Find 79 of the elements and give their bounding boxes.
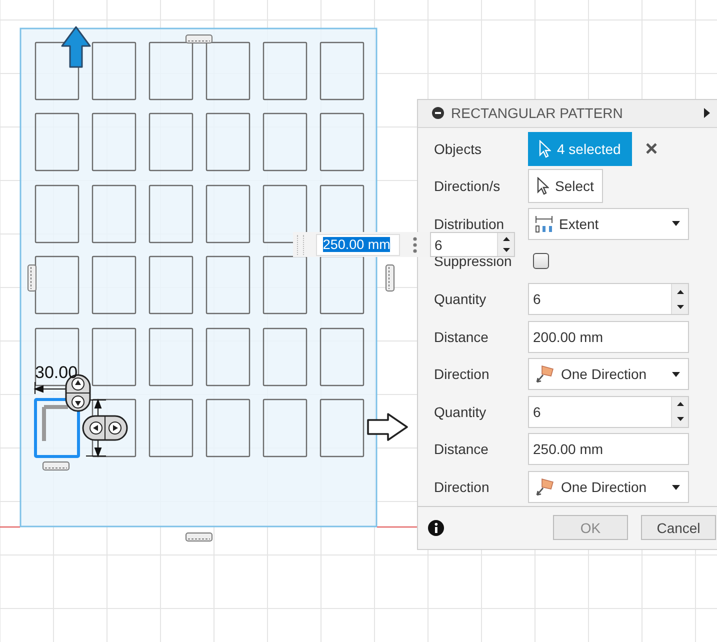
quantity-spinner[interactable]: 6 xyxy=(430,232,516,257)
field-label: Distribution xyxy=(434,216,506,232)
pattern-cell xyxy=(92,112,136,172)
clear-icon[interactable] xyxy=(646,143,657,154)
pattern-cell xyxy=(92,42,136,100)
pattern-cell xyxy=(148,256,194,314)
spinner-arrows-icon[interactable] xyxy=(671,396,688,427)
pattern-cell xyxy=(262,328,308,386)
pattern-cell xyxy=(92,398,136,458)
flag-arrow-icon xyxy=(535,477,555,497)
distance-field[interactable]: 250.00 mm xyxy=(528,433,689,466)
spinner-arrows-icon[interactable] xyxy=(497,233,514,256)
pattern-cell xyxy=(262,256,308,314)
collapse-icon[interactable] xyxy=(432,107,444,120)
distance-input[interactable]: 250.00 mm xyxy=(316,234,400,256)
cursor-icon xyxy=(539,140,551,158)
quantity-spinner[interactable]: 6 xyxy=(528,283,689,316)
pattern-cell xyxy=(262,398,308,458)
extent-icon xyxy=(535,214,553,233)
quantity-spinner[interactable]: 6 xyxy=(528,396,689,428)
select-button[interactable]: Select xyxy=(528,169,603,204)
grip-handle-icon[interactable] xyxy=(42,462,70,470)
dropdown-caret-icon xyxy=(672,484,680,490)
pattern-cell xyxy=(92,256,136,314)
pattern-cell xyxy=(262,112,308,172)
field-label: Direction/s xyxy=(434,178,502,194)
direction-dropdown[interactable]: One Direction xyxy=(528,358,689,390)
cancel-button[interactable]: Cancel xyxy=(641,515,716,540)
spinner-arrows-icon[interactable] xyxy=(671,284,688,314)
corner-handle-icon[interactable] xyxy=(42,405,70,443)
dialog-title: RECTANGULAR PATTERN xyxy=(451,105,624,122)
more-icon[interactable] xyxy=(412,236,416,252)
pattern-cell xyxy=(148,112,194,172)
pattern-cell xyxy=(34,112,80,172)
grip-handle-icon[interactable] xyxy=(386,264,394,292)
pattern-cell xyxy=(206,112,250,172)
up-arrow-icon[interactable] xyxy=(61,26,91,68)
cursor-icon xyxy=(537,177,549,196)
dropdown-caret-icon xyxy=(672,221,680,226)
pattern-cell xyxy=(320,398,364,458)
horizontal-drag-handle-icon[interactable] xyxy=(82,415,128,441)
field-label: Objects xyxy=(434,140,482,157)
grip-handle-icon[interactable] xyxy=(28,264,36,292)
distance-field[interactable]: 200.00 mm xyxy=(528,320,689,353)
grip-handle-icon[interactable] xyxy=(186,532,212,542)
pattern-cell xyxy=(206,398,250,458)
pattern-cell xyxy=(262,184,308,244)
distribution-dropdown[interactable]: Extent xyxy=(528,208,689,240)
flag-arrow-icon xyxy=(535,364,555,384)
expand-icon[interactable] xyxy=(704,108,710,118)
field-label: Direction xyxy=(434,479,490,495)
pattern-cell xyxy=(34,184,80,244)
pattern-cell xyxy=(262,42,308,100)
field-label: Quantity xyxy=(434,291,488,308)
grip-handle-icon[interactable] xyxy=(186,34,212,44)
field-label: Distance xyxy=(434,441,490,458)
pattern-cell xyxy=(148,184,194,244)
field-label: Distance xyxy=(434,328,490,345)
pattern-cell xyxy=(320,112,364,172)
pattern-cell xyxy=(206,42,250,100)
checkbox[interactable] xyxy=(533,253,549,270)
pattern-cell xyxy=(206,256,250,314)
direction-dropdown[interactable]: One Direction xyxy=(528,471,689,503)
field-label: Direction xyxy=(434,366,490,382)
field-label: Quantity xyxy=(434,404,488,420)
pattern-cell xyxy=(148,398,194,458)
grip-icon[interactable] xyxy=(297,234,304,254)
pattern-cell xyxy=(148,42,194,100)
pattern-cell xyxy=(320,328,364,386)
pattern-cell xyxy=(148,328,194,386)
right-arrow-icon[interactable] xyxy=(367,413,408,441)
dropdown-caret-icon xyxy=(672,372,680,377)
pattern-cell xyxy=(206,328,250,386)
pattern-cell xyxy=(92,328,136,386)
pattern-cell xyxy=(92,184,136,244)
pattern-cell xyxy=(206,184,250,244)
pattern-cell xyxy=(34,398,80,458)
info-icon[interactable] xyxy=(428,520,444,536)
pattern-cell xyxy=(320,42,364,100)
